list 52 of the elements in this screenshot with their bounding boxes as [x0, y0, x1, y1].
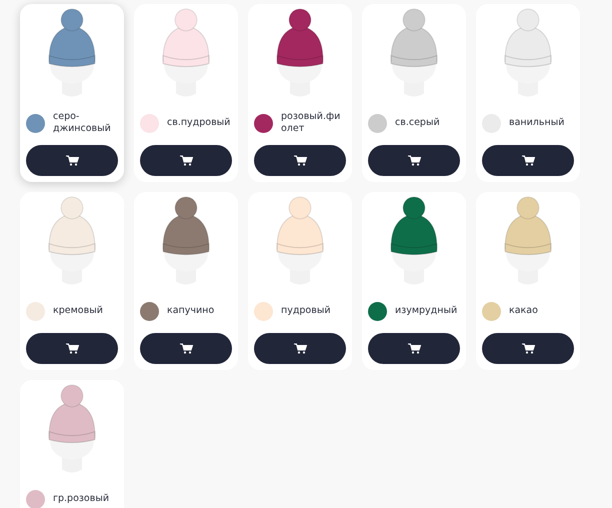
product-card[interactable]: св.пудровый [134, 4, 238, 182]
cart-icon [408, 343, 420, 354]
color-name: гр.розовый [53, 493, 110, 506]
add-to-cart-button[interactable] [254, 145, 346, 176]
add-to-cart-button[interactable] [482, 145, 574, 176]
color-swatch[interactable] [482, 302, 501, 321]
color-swatch[interactable] [26, 114, 45, 133]
color-name: капучино [167, 305, 216, 318]
color-swatch[interactable] [140, 302, 159, 321]
color-swatch[interactable] [368, 302, 387, 321]
add-to-cart-button[interactable] [254, 333, 346, 364]
color-name: серо-джинсовый [53, 111, 112, 136]
color-name: св.серый [395, 117, 441, 130]
color-name: св.пудровый [167, 117, 232, 130]
color-swatch[interactable] [140, 114, 159, 133]
color-swatch[interactable] [26, 302, 45, 321]
color-swatch[interactable] [368, 114, 387, 133]
product-card[interactable]: св.серый [362, 4, 466, 182]
cart-icon [66, 155, 78, 166]
product-card[interactable]: серо-джинсовый [20, 4, 124, 182]
color-name: изумрудный [395, 305, 458, 318]
add-to-cart-button[interactable] [368, 145, 460, 176]
product-card[interactable]: изумрудный [362, 192, 466, 370]
product-card[interactable]: капучино [134, 192, 238, 370]
add-to-cart-button[interactable] [140, 145, 232, 176]
color-swatch[interactable] [26, 490, 45, 508]
add-to-cart-button[interactable] [368, 333, 460, 364]
product-card[interactable]: розовый.фиолет [248, 4, 352, 182]
cart-icon [180, 155, 192, 166]
product-card[interactable]: какао [476, 192, 580, 370]
product-card[interactable]: кремовый [20, 192, 124, 370]
add-to-cart-button[interactable] [26, 333, 118, 364]
color-name: ванильный [509, 117, 566, 130]
product-card[interactable]: ванильный [476, 4, 580, 182]
add-to-cart-button[interactable] [26, 145, 118, 176]
product-card[interactable]: пудровый [248, 192, 352, 370]
color-swatch[interactable] [254, 302, 273, 321]
add-to-cart-button[interactable] [482, 333, 574, 364]
color-swatch[interactable] [254, 114, 273, 133]
cart-icon [522, 155, 534, 166]
cart-icon [294, 155, 306, 166]
cart-icon [408, 155, 420, 166]
cart-icon [180, 343, 192, 354]
cart-icon [66, 343, 78, 354]
add-to-cart-button[interactable] [140, 333, 232, 364]
color-name: пудровый [281, 305, 332, 318]
color-name: какао [509, 305, 539, 318]
product-card[interactable]: гр.розовый [20, 380, 124, 508]
cart-icon [294, 343, 306, 354]
color-name: кремовый [53, 305, 104, 318]
color-name: розовый.фиолет [281, 111, 342, 136]
cart-icon [522, 343, 534, 354]
